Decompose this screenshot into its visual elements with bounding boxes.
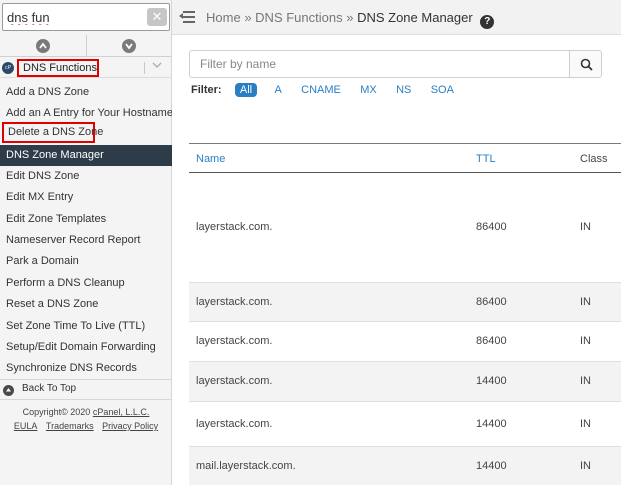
sidebar-search-box: ✕: [2, 3, 170, 31]
table-row: mail.layerstack.com. 14400 IN: [189, 447, 621, 485]
record-name: layerstack.com.: [196, 296, 273, 308]
sidebar-item-park-a-domain[interactable]: Park a Domain: [0, 251, 172, 272]
table-header: Name TTL Class: [189, 143, 621, 173]
dns-records-table: Name TTL Class layerstack.com. 86400 IN …: [189, 143, 621, 485]
sidebar-item-nameserver-record-report[interactable]: Nameserver Record Report: [0, 230, 172, 251]
table-row: layerstack.com. 86400 IN: [189, 322, 621, 362]
breadcrumb: Home » DNS Functions » DNS Zone Manager …: [206, 10, 495, 29]
chevron-up-icon: [39, 42, 47, 49]
filter-cname[interactable]: CNAME: [301, 84, 341, 96]
cpanel-company-link[interactable]: cPanel, L.L.C.: [93, 407, 150, 417]
sidebar-group-label: DNS Functions: [17, 59, 99, 77]
sidebar-item-edit-mx-entry[interactable]: Edit MX Entry: [0, 187, 172, 208]
sidebar-item-set-zone-ttl[interactable]: Set Zone Time To Live (TTL): [0, 316, 172, 337]
record-name: layerstack.com.: [196, 375, 273, 387]
sidebar-item-dns-zone-manager[interactable]: DNS Zone Manager: [0, 145, 172, 166]
back-to-top-label: Back To Top: [22, 383, 77, 394]
table-row: layerstack.com. 14400 IN: [189, 362, 621, 402]
record-ttl: 86400: [476, 296, 507, 308]
cpanel-logo-icon: cP: [2, 62, 14, 74]
copyright-prefix: Copyright© 2020: [22, 407, 91, 417]
sidebar-item-add-a-entry[interactable]: Add an A Entry for Your Hostname: [0, 103, 173, 124]
sidebar-item-domain-forwarding[interactable]: Setup/Edit Domain Forwarding: [0, 337, 172, 358]
record-class: IN: [580, 460, 591, 472]
close-icon: ✕: [151, 9, 163, 24]
help-icon[interactable]: ?: [480, 15, 495, 29]
copyright-text: Copyright© 2020 cPanel, L.L.C.: [0, 405, 172, 419]
table-row: layerstack.com. 86400 IN: [189, 283, 621, 322]
main-content: Filter: All A CNAME MX NS SOA Name TTL C…: [172, 35, 621, 485]
collapse-menu-icon[interactable]: [179, 10, 195, 24]
filter-by-name-input[interactable]: [189, 50, 570, 78]
column-header-name[interactable]: Name: [196, 153, 225, 165]
breadcrumb-home[interactable]: Home: [206, 10, 241, 25]
sidebar-collapse-row: [0, 35, 172, 57]
filter-a[interactable]: A: [274, 84, 281, 96]
sidebar: ✕ cP DNS Functions Add a DNS Zone Add an…: [0, 0, 173, 485]
record-name: mail.layerstack.com.: [196, 460, 296, 472]
column-header-class: Class: [580, 153, 608, 165]
table-row: layerstack.com. 14400 IN: [189, 402, 621, 447]
record-class: IN: [580, 375, 591, 387]
record-class: IN: [580, 296, 591, 308]
filter-mx[interactable]: MX: [360, 84, 377, 96]
record-type-filter: Filter: All A CNAME MX NS SOA: [191, 82, 470, 100]
collapse-divider: [86, 35, 87, 57]
breadcrumb-separator: »: [244, 10, 252, 25]
table-row: layerstack.com. 86400 IN: [189, 173, 621, 283]
eula-link[interactable]: EULA: [14, 421, 38, 431]
sidebar-item-edit-dns-zone[interactable]: Edit DNS Zone: [0, 166, 172, 187]
record-ttl: 14400: [476, 418, 507, 430]
record-name: layerstack.com.: [196, 221, 273, 233]
filter-soa[interactable]: SOA: [431, 84, 454, 96]
sidebar-item-perform-dns-cleanup[interactable]: Perform a DNS Cleanup: [0, 273, 172, 294]
expand-down-button[interactable]: [122, 39, 136, 53]
chevron-down-icon: [125, 43, 133, 50]
group-divider: [144, 62, 145, 74]
filter-all[interactable]: All: [234, 82, 258, 97]
sidebar-search-input[interactable]: [7, 8, 145, 26]
search-button[interactable]: [569, 50, 602, 78]
record-ttl: 86400: [476, 221, 507, 233]
collapse-up-button[interactable]: [36, 39, 50, 53]
chevron-down-icon[interactable]: [152, 61, 162, 72]
footer-links: EULA Trademarks Privacy Policy: [0, 421, 172, 431]
trademarks-link[interactable]: Trademarks: [46, 421, 94, 431]
sidebar-item-reset-dns-zone[interactable]: Reset a DNS Zone: [0, 294, 172, 315]
record-ttl: 86400: [476, 335, 507, 347]
breadcrumb-current: DNS Zone Manager: [357, 10, 473, 25]
record-class: IN: [580, 335, 591, 347]
back-to-top-link[interactable]: Back To Top: [0, 379, 172, 400]
privacy-policy-link[interactable]: Privacy Policy: [102, 421, 158, 431]
search-icon: [580, 58, 593, 71]
column-header-ttl[interactable]: TTL: [476, 153, 496, 165]
record-ttl: 14400: [476, 375, 507, 387]
sidebar-item-edit-zone-templates[interactable]: Edit Zone Templates: [0, 209, 172, 230]
top-bar: Home » DNS Functions » DNS Zone Manager …: [172, 0, 621, 35]
record-name: layerstack.com.: [196, 418, 273, 430]
filter-ns[interactable]: NS: [396, 84, 411, 96]
breadcrumb-dns-functions[interactable]: DNS Functions: [255, 10, 342, 25]
filter-label: Filter:: [191, 83, 222, 96]
sidebar-item-add-dns-zone[interactable]: Add a DNS Zone: [0, 82, 172, 103]
record-class: IN: [580, 418, 591, 430]
sidebar-item-delete-dns-zone[interactable]: Delete a DNS Zone: [2, 122, 103, 143]
sidebar-group-dns-functions[interactable]: cP DNS Functions: [0, 58, 172, 78]
record-name: layerstack.com.: [196, 335, 273, 347]
sidebar-item-synchronize-dns-records[interactable]: Synchronize DNS Records: [0, 358, 172, 379]
arrow-up-icon: [3, 385, 14, 396]
breadcrumb-separator: »: [346, 10, 354, 25]
record-class: IN: [580, 221, 591, 233]
record-ttl: 14400: [476, 460, 507, 472]
clear-search-button[interactable]: ✕: [147, 8, 167, 26]
